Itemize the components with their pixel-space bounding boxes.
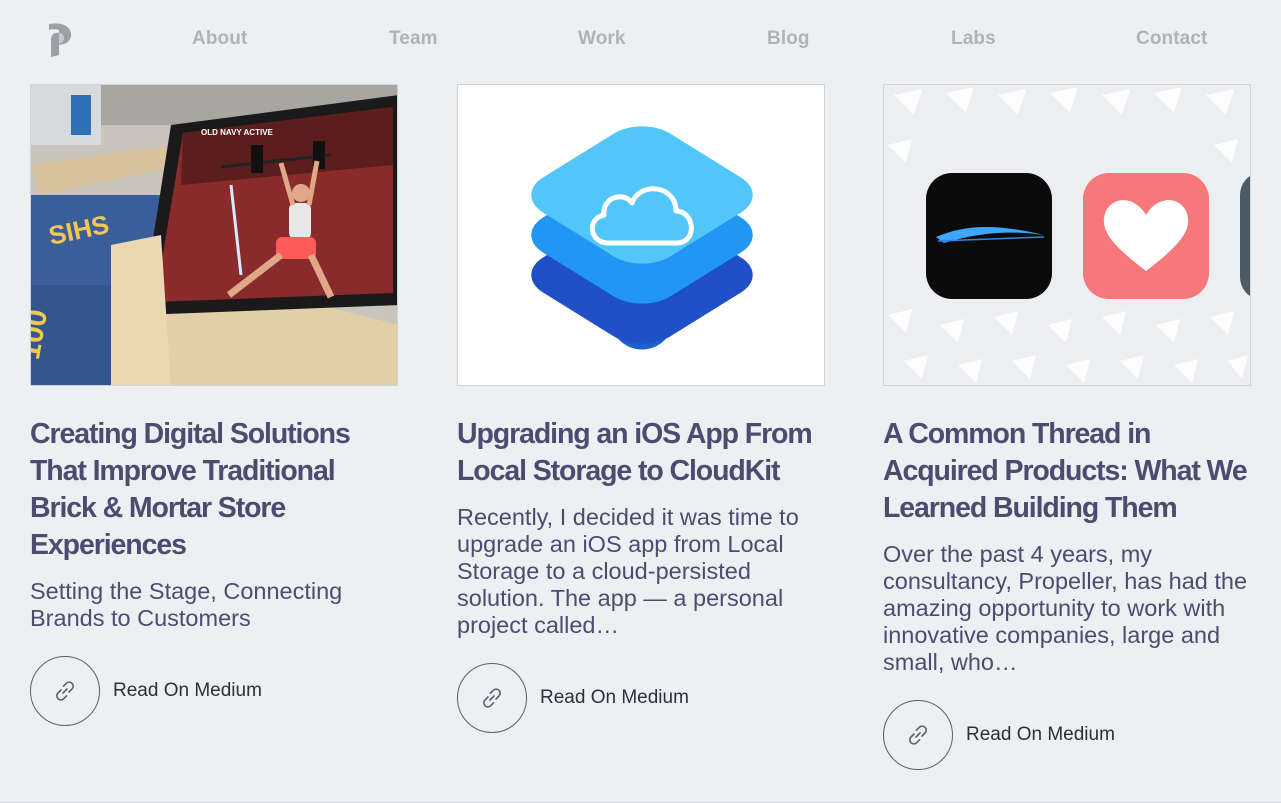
blog-card: SIHS 100 OLD NAVY ACTIVE Creating Digita… [30, 84, 400, 726]
card-title[interactable]: Creating Digital Solutions That Improve … [30, 416, 400, 564]
read-on-medium-link[interactable]: Read On Medium [457, 663, 827, 733]
propeller-logo-icon[interactable] [46, 20, 76, 58]
nav-link-about[interactable]: About [192, 28, 247, 50]
read-on-medium-label: Read On Medium [966, 724, 1115, 745]
link-icon [883, 700, 953, 770]
blog-card: A Common Thread in Acquired Products: Wh… [883, 84, 1253, 770]
nav-link-blog[interactable]: Blog [767, 28, 810, 50]
read-on-medium-label: Read On Medium [113, 680, 262, 701]
page: About Team Work Blog Labs Contact SIHS 1… [0, 0, 1281, 803]
nav-link-team[interactable]: Team [389, 28, 438, 50]
read-on-medium-link[interactable]: Read On Medium [30, 656, 400, 726]
read-on-medium-label: Read On Medium [540, 687, 689, 708]
card-excerpt: Over the past 4 years, my consultancy, P… [883, 541, 1248, 675]
card-excerpt: Setting the Stage, Connecting Brands to … [30, 578, 343, 631]
read-on-medium-link[interactable]: Read On Medium [883, 700, 1253, 770]
link-icon [30, 656, 100, 726]
card-excerpt: Recently, I decided it was time to upgra… [457, 504, 799, 638]
top-nav: About Team Work Blog Labs Contact [0, 0, 1281, 80]
app-icons-pattern[interactable] [883, 84, 1251, 386]
blog-card: Upgrading an iOS App From Local Storage … [457, 84, 827, 733]
store-display-photo[interactable]: SIHS 100 OLD NAVY ACTIVE [30, 84, 398, 386]
cloudkit-logo[interactable] [457, 84, 825, 386]
nav-link-contact[interactable]: Contact [1136, 28, 1207, 50]
card-title[interactable]: A Common Thread in Acquired Products: Wh… [883, 416, 1253, 527]
svg-text:OLD NAVY ACTIVE: OLD NAVY ACTIVE [201, 128, 274, 137]
card-title[interactable]: Upgrading an iOS App From Local Storage … [457, 416, 827, 490]
link-icon [457, 663, 527, 733]
nav-link-labs[interactable]: Labs [951, 28, 996, 50]
nav-link-work[interactable]: Work [578, 28, 626, 50]
